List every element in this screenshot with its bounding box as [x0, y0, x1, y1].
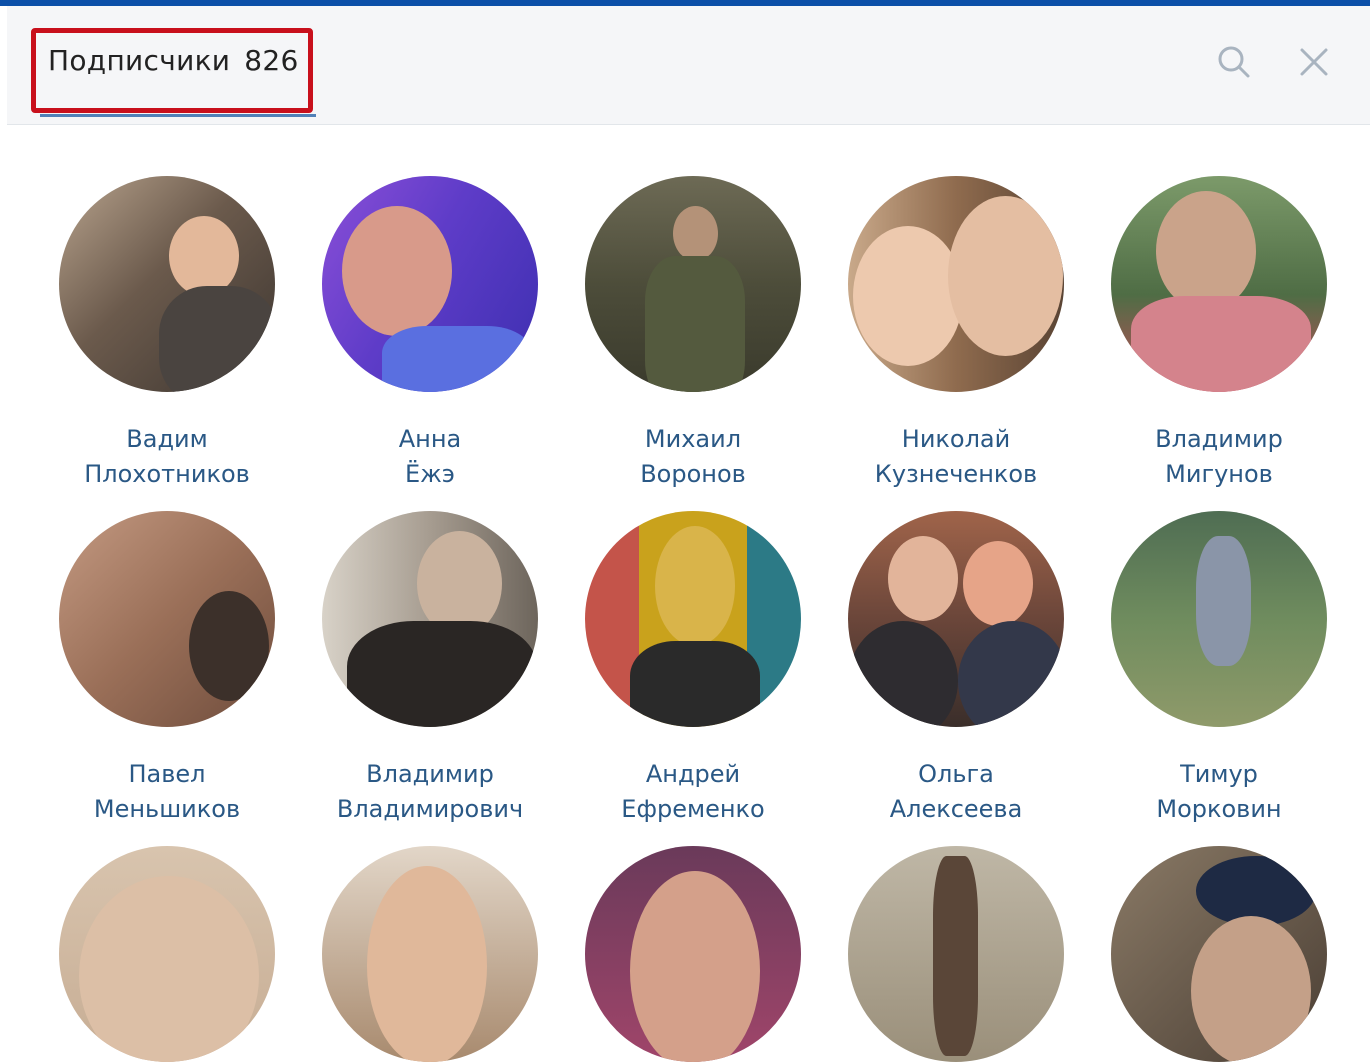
- avatar: [322, 176, 538, 392]
- follower-card[interactable]: Андрей Ефременко: [573, 511, 813, 827]
- search-button[interactable]: [1214, 42, 1254, 82]
- follower-name[interactable]: Ольга Алексеева: [836, 757, 1076, 827]
- follower-card[interactable]: Михаил Воронов: [573, 176, 813, 492]
- follower-card[interactable]: Павел Меньшиков: [47, 511, 287, 827]
- first-name: Владимир: [1155, 425, 1283, 453]
- follower-card[interactable]: [310, 846, 550, 1062]
- search-icon: [1218, 46, 1250, 78]
- tab-active-underline: [40, 114, 316, 117]
- follower-card[interactable]: [573, 846, 813, 1062]
- follower-card[interactable]: [836, 846, 1076, 1062]
- last-name: Ефременко: [621, 795, 765, 823]
- avatar: [848, 176, 1064, 392]
- follower-card[interactable]: Владимир Мигунов: [1099, 176, 1339, 492]
- avatar: [848, 846, 1064, 1062]
- avatar: [585, 846, 801, 1062]
- follower-card[interactable]: Вадим Плохотников: [47, 176, 287, 492]
- follower-card[interactable]: Анна Ёжэ: [310, 176, 550, 492]
- avatar: [1111, 846, 1327, 1062]
- follower-name[interactable]: Тимур Морковин: [1099, 757, 1339, 827]
- tab-followers[interactable]: Подписчики 826: [48, 40, 299, 80]
- avatar: [1111, 511, 1327, 727]
- first-name: Павел: [128, 760, 206, 788]
- first-name: Николай: [901, 425, 1011, 453]
- last-name: Кузнеченков: [874, 460, 1038, 488]
- follower-name[interactable]: Анна Ёжэ: [310, 422, 550, 492]
- follower-card[interactable]: [47, 846, 287, 1062]
- last-name: Морковин: [1156, 795, 1282, 823]
- follower-card[interactable]: Николай Кузнеченков: [836, 176, 1076, 492]
- avatar: [59, 511, 275, 727]
- last-name: Плохотников: [84, 460, 250, 488]
- avatar: [59, 846, 275, 1062]
- avatar: [585, 511, 801, 727]
- avatar: [322, 846, 538, 1062]
- first-name: Владимир: [366, 760, 494, 788]
- avatar: [585, 176, 801, 392]
- last-name: Воронов: [640, 460, 746, 488]
- first-name: Михаил: [644, 425, 742, 453]
- last-name: Мигунов: [1165, 460, 1273, 488]
- follower-name[interactable]: Вадим Плохотников: [47, 422, 287, 492]
- last-name: Алексеева: [889, 795, 1023, 823]
- follower-card[interactable]: [1099, 846, 1339, 1062]
- follower-name[interactable]: Михаил Воронов: [573, 422, 813, 492]
- close-button[interactable]: [1294, 42, 1334, 82]
- follower-card[interactable]: Тимур Морковин: [1099, 511, 1339, 827]
- avatar: [848, 511, 1064, 727]
- follower-name[interactable]: Владимир Владимирович: [310, 757, 550, 827]
- follower-card[interactable]: Владимир Владимирович: [310, 511, 550, 827]
- last-name: Владимирович: [336, 795, 524, 823]
- tab-label: Подписчики: [48, 43, 231, 77]
- follower-card[interactable]: Ольга Алексеева: [836, 511, 1076, 827]
- avatar: [322, 511, 538, 727]
- tab-count: 826: [244, 43, 299, 77]
- close-icon: [1300, 48, 1328, 76]
- avatar: [1111, 176, 1327, 392]
- first-name: Анна: [398, 425, 462, 453]
- follower-name[interactable]: Владимир Мигунов: [1099, 422, 1339, 492]
- last-name: Меньшиков: [93, 795, 241, 823]
- first-name: Ольга: [918, 760, 994, 788]
- first-name: Тимур: [1180, 760, 1258, 788]
- last-name: Ёжэ: [405, 460, 455, 488]
- follower-name[interactable]: Андрей Ефременко: [573, 757, 813, 827]
- first-name: Андрей: [645, 760, 741, 788]
- follower-name[interactable]: Николай Кузнеченков: [836, 422, 1076, 492]
- avatar: [59, 176, 275, 392]
- follower-name[interactable]: Павел Меньшиков: [47, 757, 287, 827]
- first-name: Вадим: [126, 425, 208, 453]
